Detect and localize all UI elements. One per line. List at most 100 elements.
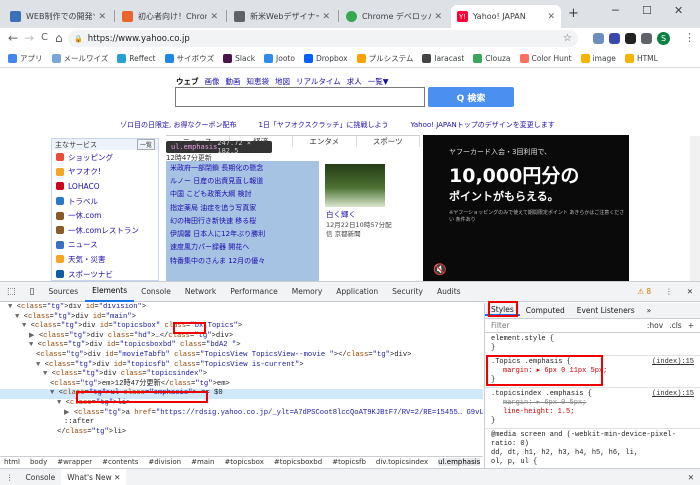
tab-web-designer[interactable]: 新米Webデザイナーの ✕ (228, 5, 336, 28)
devtools-tab-elements[interactable]: Elements (85, 282, 135, 302)
style-rule[interactable]: @media screen and (-webkit-min-device-pi… (485, 429, 700, 468)
cls-toggle[interactable]: .cls (669, 321, 682, 330)
bookmark-star-icon[interactable]: ☆ (563, 33, 572, 44)
close-tab-icon[interactable]: ✕ (547, 12, 555, 22)
disclosure-triangle-icon[interactable]: ▼ (36, 361, 45, 369)
address-bar[interactable]: 🔒 https://www.yahoo.co.jp ☆ (68, 30, 578, 47)
bookmark-item[interactable]: laracast (422, 54, 464, 63)
breadcrumb-item[interactable]: #topicsfb (332, 458, 366, 466)
menu-icon[interactable]: ⋮ (684, 31, 695, 45)
service-item[interactable]: ニュース (52, 238, 158, 253)
tab-yahoo-japan[interactable]: Y! Yahoo! JAPAN ✕ (451, 5, 561, 28)
nav-chiebukuro[interactable]: 知恵袋 (247, 76, 270, 87)
headline-item[interactable]: 速度風力パー録器 開花へ (166, 241, 319, 254)
topic-caption[interactable]: 白く輝く (326, 209, 356, 220)
bookmark-item[interactable]: Slack (223, 54, 255, 63)
close-tab-icon[interactable]: ✕ (434, 12, 442, 22)
service-item[interactable]: ヤフオク! (52, 165, 158, 180)
disclosure-triangle-icon[interactable]: ▼ (15, 313, 24, 321)
dom-node[interactable]: ▶ <class="tg">a href="https://rdsig.yaho… (0, 409, 483, 419)
close-drawer-icon[interactable]: ✕ (682, 473, 700, 482)
rule-source-link[interactable]: (index):15 (652, 358, 694, 367)
inspect-element-icon[interactable]: ⬚ (0, 282, 23, 302)
headline-item[interactable]: ルノー 日産の出資見直し報道 (166, 174, 319, 187)
breadcrumb-item[interactable]: #division (148, 458, 181, 466)
bookmark-item[interactable]: Color Hunt (519, 54, 572, 63)
close-devtools-icon[interactable]: ✕ (680, 282, 700, 302)
dom-node[interactable]: ▼ <class="tg">div id="topicsfb" class="T… (0, 361, 483, 371)
close-tab-icon[interactable]: ✕ (322, 12, 330, 22)
rule-declaration[interactable]: dd, dt, h1, h2, h3, h4, h5, h6, li, (491, 449, 694, 458)
promo-link[interactable]: 1日「ヤフオクスクラッチ」に挑戦しよう (258, 120, 388, 130)
extension-icon[interactable] (625, 33, 636, 44)
breadcrumb-item[interactable]: #wrapper (57, 458, 92, 466)
minimize-button[interactable]: ─ (612, 4, 619, 17)
new-tab-button[interactable]: + (568, 6, 579, 21)
extension-icon[interactable] (641, 33, 652, 44)
dom-node[interactable]: ▼ <class="tg">ul class="emphasis"> == $0 (0, 389, 483, 399)
devtools-tab-performance[interactable]: Performance (223, 282, 285, 302)
drawer-menu-icon[interactable]: ⋮ (0, 473, 20, 482)
dom-node[interactable]: <class="tg">em>12時47分更新</class="tg">em> (0, 380, 483, 390)
headline-item[interactable]: 米政府一部閉鎖 長期化の懸念 (166, 161, 319, 174)
devtools-tab-sources[interactable]: Sources (41, 282, 85, 302)
service-item[interactable]: 一休.comレストラン (52, 223, 158, 238)
service-item[interactable]: LOHACO (52, 179, 158, 194)
tab-entertainment[interactable]: エンタメ (293, 135, 357, 147)
forward-button[interactable]: → (24, 31, 34, 45)
service-item[interactable]: 天気・災害 (52, 252, 158, 267)
nav-list[interactable]: 一覧▼ (368, 76, 389, 87)
bookmark-item[interactable]: プルシステム (356, 53, 413, 64)
bookmark-item[interactable]: Clouza (473, 54, 511, 63)
headline-item[interactable]: 幻の梅田行き新快速 移る桜 (166, 214, 319, 227)
tab-chrome-beginner[interactable]: 初心者向け！Chrome ✕ (116, 5, 224, 28)
reload-button[interactable]: C (41, 31, 48, 45)
close-tab-icon[interactable]: ✕ (210, 12, 218, 22)
disclosure-triangle-icon[interactable]: ▼ (57, 399, 66, 407)
search-input[interactable] (175, 87, 425, 107)
dom-node[interactable]: <class="tg">div id="movieTabfb" class="T… (0, 351, 483, 361)
close-window-button[interactable]: ✕ (674, 4, 683, 17)
service-item[interactable]: 一休.com (52, 208, 158, 223)
bookmark-item[interactable]: image (580, 54, 616, 63)
rule-declaration[interactable]: line-height: 1.5; (491, 408, 694, 417)
services-list-button[interactable]: 一覧 (136, 139, 155, 150)
tab-event-listeners[interactable]: Event Listeners (571, 306, 641, 315)
headline-item[interactable]: 伊調馨 日本人に12年ぶり勝利 (166, 227, 319, 240)
nav-map[interactable]: 地図 (275, 76, 290, 87)
dom-node[interactable]: ::after (0, 418, 483, 428)
hov-toggle[interactable]: :hov (647, 321, 663, 330)
devtools-tab-console[interactable]: Console (134, 282, 178, 302)
disclosure-triangle-icon[interactable]: ▼ (43, 370, 52, 378)
topic-image[interactable] (325, 164, 385, 207)
dom-node[interactable]: ▼ <class="tg">div id="division"> (0, 303, 483, 313)
tab-dev-tools[interactable]: WEB制作での開発ツール ✕ (4, 5, 112, 28)
dom-tree[interactable]: ▼ <class="tg">div id="division"> ▼ <class… (0, 303, 483, 463)
mute-icon[interactable]: 🔇 (433, 263, 447, 276)
maximize-button[interactable]: ☐ (642, 4, 652, 17)
devtools-tab-memory[interactable]: Memory (285, 282, 330, 302)
tab-chrome-devtools[interactable]: Chrome デベロッパーツール ✕ (340, 5, 448, 28)
profile-avatar[interactable]: S (657, 32, 670, 45)
promo-link[interactable]: Yahoo! JAPANトップのデザインを変更します (411, 120, 555, 130)
breadcrumb-item[interactable]: div.topicsindex (376, 458, 428, 466)
close-tab-icon[interactable]: ✕ (98, 12, 106, 22)
disclosure-triangle-icon[interactable]: ▶ (64, 409, 74, 417)
extension-icon[interactable] (593, 33, 604, 44)
disclosure-triangle-icon[interactable]: ▼ (29, 341, 38, 349)
dom-node[interactable]: ▼ <class="tg">div id="topicsbox" class="… (0, 322, 483, 332)
bookmark-item[interactable]: Jooto (264, 54, 295, 63)
dom-node[interactable]: ▶ <class="tg">div class="hd">…</class="t… (0, 332, 483, 342)
tab-more[interactable]: » (641, 306, 658, 315)
devtools-tab-application[interactable]: Application (329, 282, 385, 302)
breadcrumb-item[interactable]: #contents (102, 458, 138, 466)
devtools-menu-icon[interactable]: ⋮ (658, 282, 680, 302)
rule-declaration[interactable]: margin: ▸ 6px 0 5px; (491, 399, 694, 408)
dom-node[interactable]: </class="tg">li> (0, 428, 483, 438)
service-item[interactable]: ショッピング (52, 150, 158, 165)
devtools-tab-audits[interactable]: Audits (430, 282, 468, 302)
ad-banner[interactable]: ヤフーカード入会・3回利用で、 10,000円分の ポイントがもらえる。 ※ヤフ… (423, 135, 629, 281)
device-toolbar-icon[interactable]: ▯ (23, 282, 42, 302)
headline-item[interactable]: 中国 こども政策大綱 検討 (166, 188, 319, 201)
filter-input[interactable]: Filter (491, 321, 510, 330)
